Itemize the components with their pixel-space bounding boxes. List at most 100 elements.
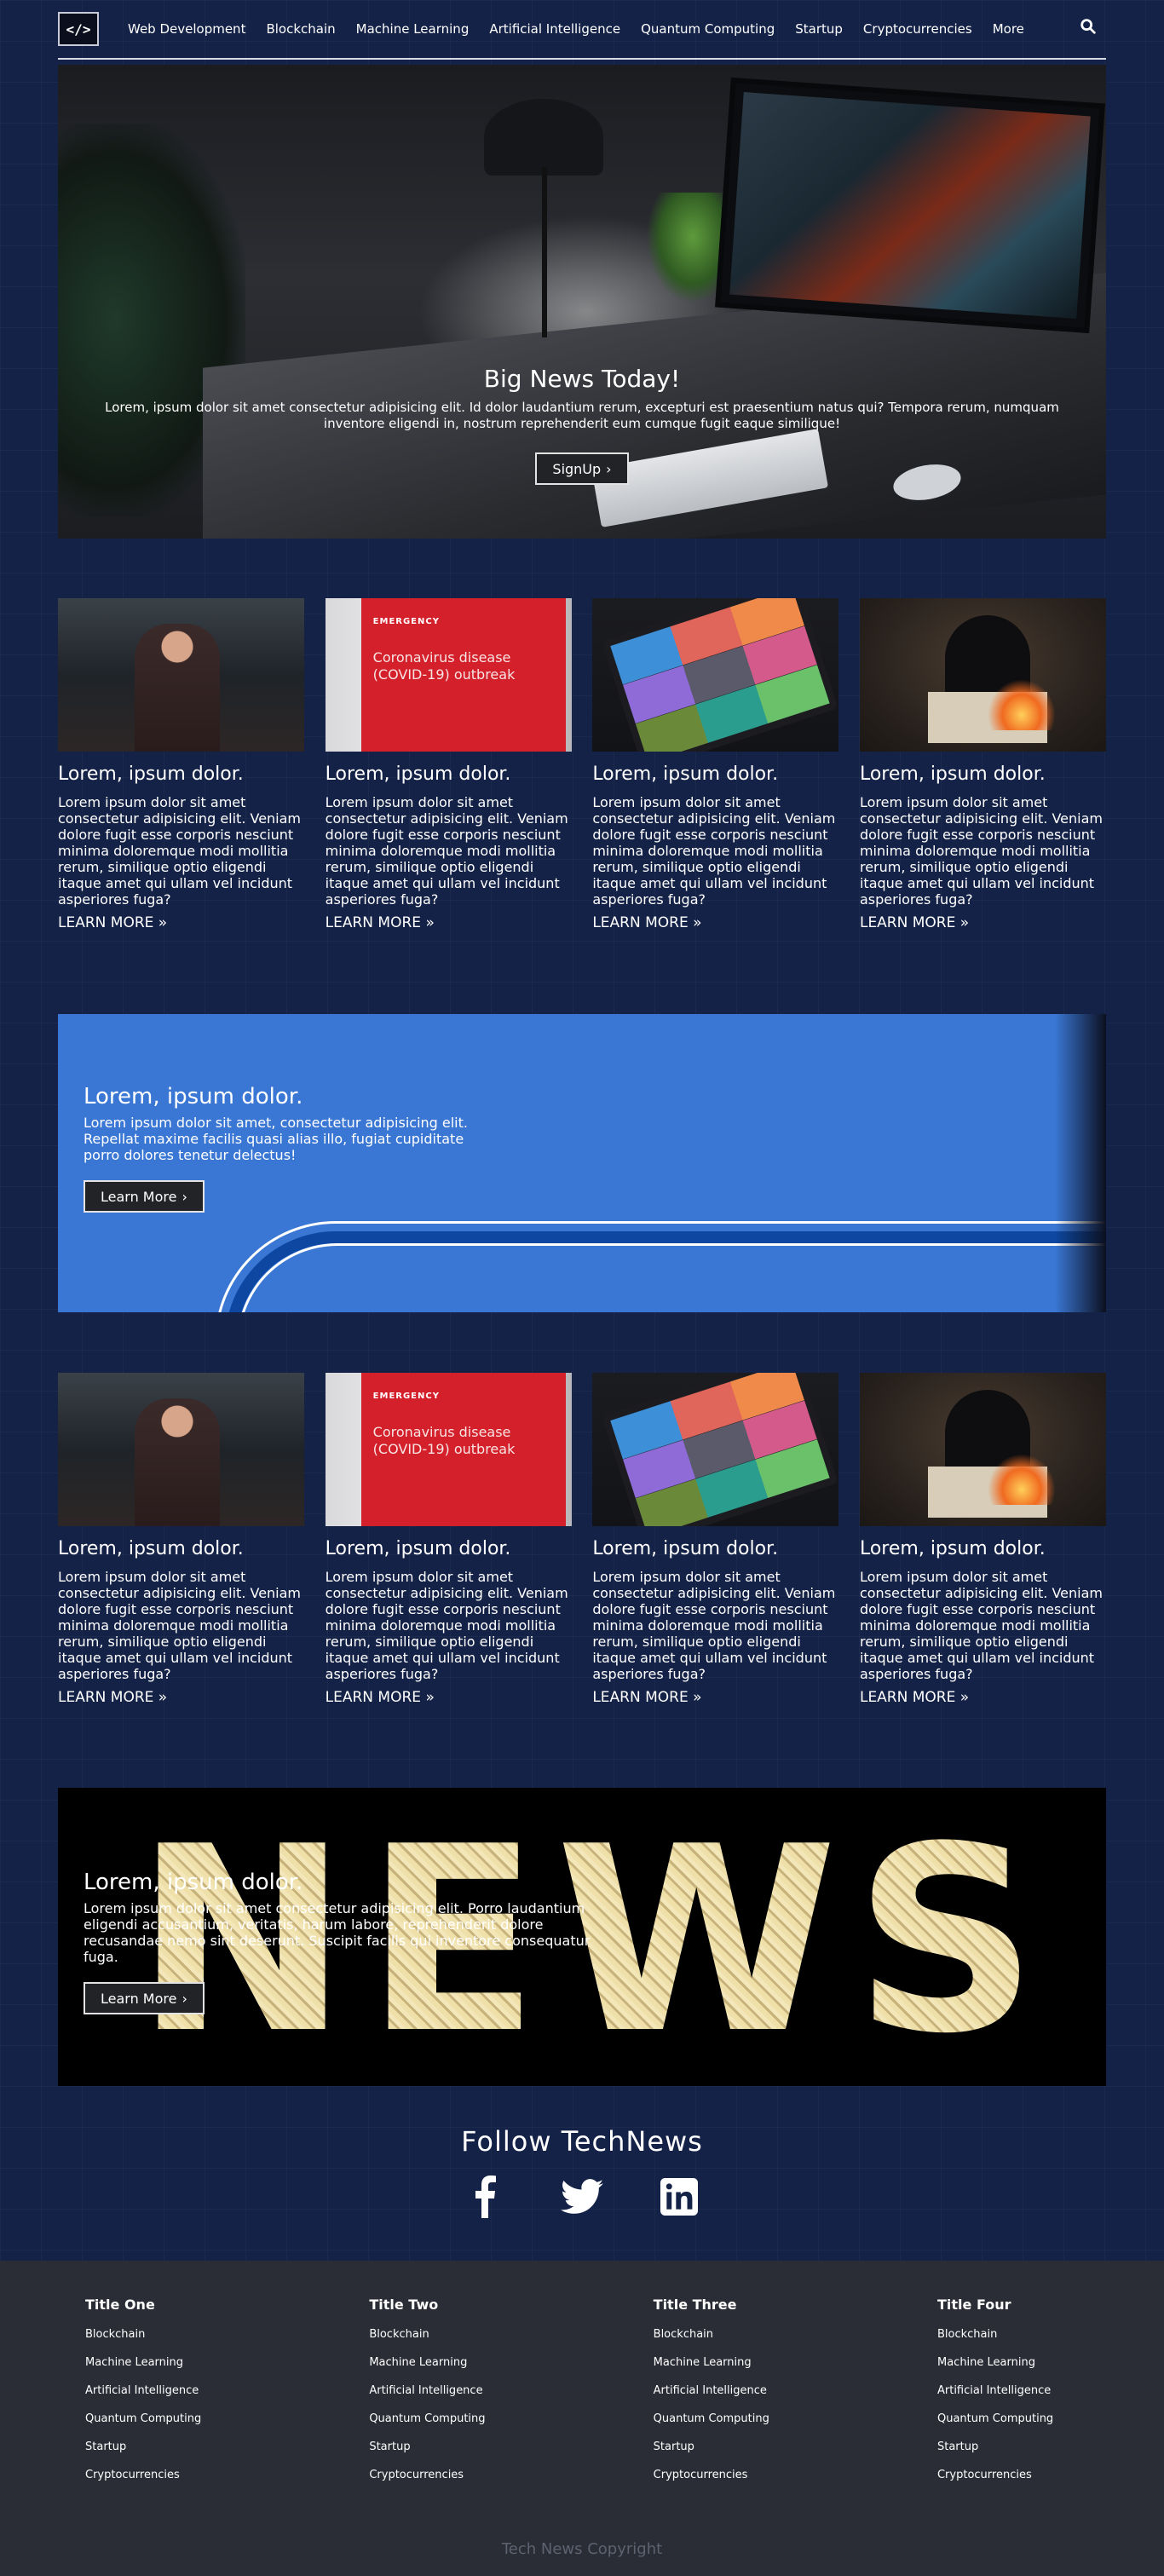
footer-link[interactable]: Machine Learning — [85, 2356, 256, 2369]
article-image-tablet[interactable] — [592, 598, 839, 752]
footer-link[interactable]: Artificial Intelligence — [85, 2384, 256, 2397]
chevron-right-icon: › — [182, 1990, 187, 2007]
article-image-emergency[interactable]: EMERGENCY Coronavirus disease (COVID-19)… — [325, 598, 572, 752]
learn-more-button-label: Learn More — [101, 1990, 177, 2007]
footer-link[interactable]: Artificial Intelligence — [937, 2384, 1108, 2397]
footer-link[interactable]: Cryptocurrencies — [654, 2469, 824, 2481]
article-title[interactable]: Lorem, ipsum dolor. — [592, 1538, 838, 1560]
footer-link[interactable]: Cryptocurrencies — [937, 2469, 1108, 2481]
article-image-speaker[interactable] — [58, 1373, 304, 1526]
article-image-emergency[interactable]: EMERGENCY Coronavirus disease (COVID-19)… — [325, 1373, 572, 1526]
nav-item-blockchain[interactable]: Blockchain — [266, 21, 335, 37]
article-image-speaker[interactable] — [58, 598, 304, 752]
nav-item-machine-learning[interactable]: Machine Learning — [356, 21, 470, 37]
site-logo[interactable]: </> — [58, 12, 99, 46]
promo-title: Lorem, ipsum dolor. — [84, 1084, 303, 1109]
article-image-tablet[interactable] — [592, 1373, 839, 1526]
footer-link[interactable]: Quantum Computing — [85, 2412, 256, 2425]
footer-link[interactable]: Machine Learning — [369, 2356, 539, 2369]
follow-title: Follow TechNews — [461, 2125, 703, 2158]
hero-content: Big News Today! Lorem, ipsum dolor sit a… — [58, 365, 1106, 485]
nav-item-artificial-intelligence[interactable]: Artificial Intelligence — [489, 21, 620, 37]
footer-link[interactable]: Quantum Computing — [369, 2412, 539, 2425]
article-image-hacker[interactable] — [859, 1373, 1106, 1526]
learn-more-link[interactable]: LEARN MORE » — [58, 914, 167, 931]
article-title[interactable]: Lorem, ipsum dolor. — [58, 764, 304, 786]
article-card: Lorem, ipsum dolor. Lorem ipsum dolor si… — [859, 598, 1106, 931]
promo-content: Lorem, ipsum dolor. Lorem ipsum dolor si… — [84, 1870, 595, 2014]
article-text: Lorem ipsum dolor sit amet consectetur a… — [592, 1569, 836, 1682]
learn-more-link[interactable]: LEARN MORE » — [592, 914, 701, 931]
footer-link[interactable]: Blockchain — [85, 2328, 256, 2341]
linkedin-icon[interactable] — [655, 2173, 703, 2221]
footer-column-title: Title Four — [936, 2297, 1011, 2313]
footer-link[interactable]: Quantum Computing — [654, 2412, 824, 2425]
footer-link[interactable]: Blockchain — [369, 2328, 539, 2341]
hero-monitor — [715, 77, 1105, 334]
footer-link[interactable]: Startup — [369, 2441, 539, 2453]
footer-column-title: Title Three — [653, 2297, 737, 2313]
article-title[interactable]: Lorem, ipsum dolor. — [860, 1538, 1106, 1560]
decorative-shade — [1055, 1014, 1106, 1312]
footer-link[interactable]: Cryptocurrencies — [85, 2469, 256, 2481]
nav-item-startup[interactable]: Startup — [795, 21, 843, 37]
emergency-text: Coronavirus disease (COVID-19) outbreak — [372, 1424, 516, 1457]
footer-column: Title Three Blockchain Machine Learning … — [654, 2297, 824, 2497]
learn-more-link[interactable]: LEARN MORE » — [592, 1689, 701, 1706]
signup-button[interactable]: SignUp › — [535, 452, 629, 485]
footer-link[interactable]: Startup — [654, 2441, 824, 2453]
nav-item-cryptocurrencies[interactable]: Cryptocurrencies — [863, 21, 972, 37]
article-title[interactable]: Lorem, ipsum dolor. — [58, 1538, 304, 1560]
hero-title: Big News Today! — [483, 365, 681, 393]
footer-column: Title Four Blockchain Machine Learning A… — [937, 2297, 1108, 2497]
learn-more-button-label: Learn More — [101, 1188, 177, 1205]
article-card: Lorem, ipsum dolor. Lorem ipsum dolor si… — [859, 1373, 1106, 1706]
copyright-text: Tech News Copyright — [501, 2540, 663, 2558]
footer-column: Title One Blockchain Machine Learning Ar… — [85, 2297, 256, 2497]
learn-more-link[interactable]: LEARN MORE » — [58, 1689, 167, 1706]
promo-banner-news: N E W S Lorem, ipsum dolor. Lorem ipsum … — [58, 1788, 1106, 2086]
footer-link[interactable]: Machine Learning — [654, 2356, 824, 2369]
footer-link[interactable]: Artificial Intelligence — [654, 2384, 824, 2397]
footer-link[interactable]: Machine Learning — [937, 2356, 1108, 2369]
nav-item-web-development[interactable]: Web Development — [128, 21, 245, 37]
chevron-right-icon: › — [606, 460, 612, 477]
article-text: Lorem ipsum dolor sit amet consectetur a… — [859, 1569, 1103, 1682]
footer-link[interactable]: Blockchain — [654, 2328, 824, 2341]
promo-title: Lorem, ipsum dolor. — [84, 1870, 303, 1895]
top-nav: </> Web Development Blockchain Machine L… — [58, 0, 1106, 60]
facebook-icon[interactable] — [461, 2173, 509, 2221]
twitter-icon[interactable] — [558, 2173, 606, 2221]
article-card: EMERGENCY Coronavirus disease (COVID-19)… — [325, 1373, 572, 1706]
article-title[interactable]: Lorem, ipsum dolor. — [326, 764, 572, 786]
learn-more-link[interactable]: LEARN MORE » — [326, 1689, 435, 1706]
article-title[interactable]: Lorem, ipsum dolor. — [592, 764, 838, 786]
footer-column-title: Title One — [85, 2297, 155, 2313]
promo-banner-blue: Lorem, ipsum dolor. Lorem ipsum dolor si… — [58, 1014, 1106, 1312]
article-text: Lorem ipsum dolor sit amet consectetur a… — [592, 794, 836, 908]
article-image-hacker[interactable] — [859, 598, 1106, 752]
footer-link[interactable]: Startup — [85, 2441, 256, 2453]
article-card: Lorem, ipsum dolor. Lorem ipsum dolor si… — [592, 1373, 839, 1706]
social-links — [0, 2173, 1164, 2221]
article-title[interactable]: Lorem, ipsum dolor. — [860, 764, 1106, 786]
nav-item-quantum-computing[interactable]: Quantum Computing — [641, 21, 775, 37]
footer-link[interactable]: Quantum Computing — [937, 2412, 1108, 2425]
learn-more-link[interactable]: LEARN MORE » — [860, 1689, 969, 1706]
learn-more-link[interactable]: LEARN MORE » — [326, 914, 435, 931]
footer-columns: Title One Blockchain Machine Learning Ar… — [85, 2297, 1108, 2497]
article-text: Lorem ipsum dolor sit amet consectetur a… — [58, 794, 302, 908]
footer-link[interactable]: Artificial Intelligence — [369, 2384, 539, 2397]
nav-item-more[interactable]: More — [993, 21, 1024, 37]
learn-more-link[interactable]: LEARN MORE » — [860, 914, 969, 931]
news-letter: W — [555, 1792, 838, 2086]
hero-lamp — [484, 99, 603, 176]
search-icon[interactable] — [1079, 17, 1098, 36]
learn-more-button[interactable]: Learn More › — [84, 1982, 205, 2014]
footer-link[interactable]: Blockchain — [937, 2328, 1108, 2341]
footer-link[interactable]: Cryptocurrencies — [369, 2469, 539, 2481]
footer-link[interactable]: Startup — [937, 2441, 1108, 2453]
learn-more-button[interactable]: Learn More › — [84, 1180, 205, 1213]
article-title[interactable]: Lorem, ipsum dolor. — [326, 1538, 572, 1560]
signup-button-label: SignUp — [552, 460, 602, 477]
